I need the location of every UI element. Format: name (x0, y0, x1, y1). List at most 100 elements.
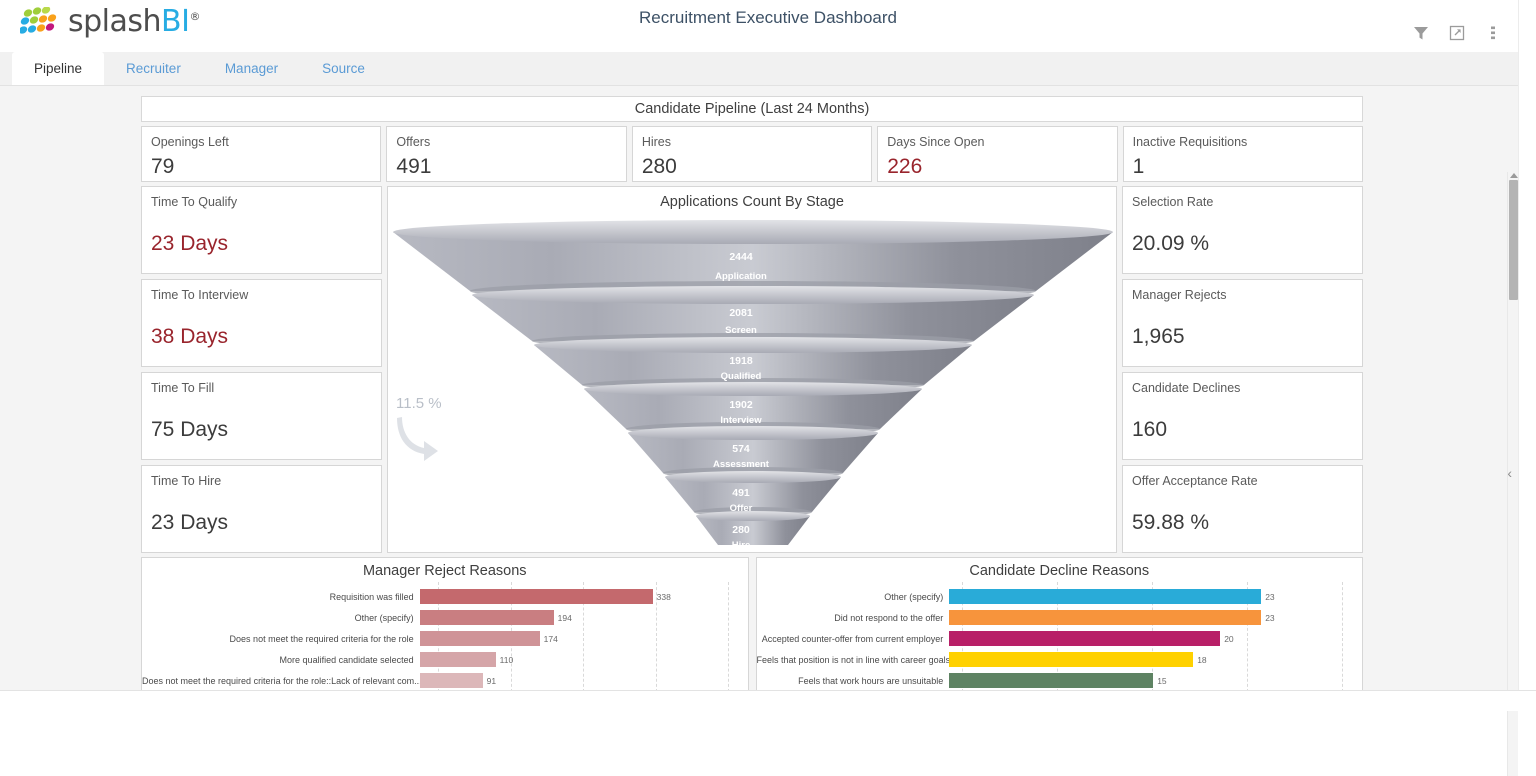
bar-track: 23 (949, 607, 1362, 628)
svg-text:280: 280 (732, 524, 750, 536)
bar-value-label: 194 (558, 613, 572, 623)
candidate-decline-reasons-card[interactable]: Candidate Decline Reasons Other (specify… (756, 557, 1364, 695)
kpi-label: Time To Fill (151, 381, 372, 396)
kpi-time-to-hire[interactable]: Time To Hire 23 Days (141, 465, 382, 553)
tab-recruiter[interactable]: Recruiter (104, 52, 203, 85)
bar-category-label: Other (specify) (142, 613, 420, 623)
filter-icon[interactable] (1412, 24, 1430, 42)
kpi-value: 23 Days (151, 511, 372, 535)
bar-track: 23 (949, 586, 1362, 607)
bar[interactable] (420, 610, 554, 625)
kpi-value: 1 (1133, 155, 1353, 179)
bar-row[interactable]: Requisition was filled338 (142, 586, 748, 607)
kpi-hires[interactable]: Hires 280 (632, 126, 872, 182)
kpi-time-to-interview[interactable]: Time To Interview 38 Days (141, 279, 382, 367)
tab-source[interactable]: Source (300, 52, 387, 85)
bar-value-label: 174 (544, 634, 558, 644)
kpi-value: 75 Days (151, 418, 372, 442)
kpi-selection-rate[interactable]: Selection Rate 20.09 % (1122, 186, 1363, 274)
bar[interactable] (420, 631, 540, 646)
panel-title: Candidate Pipeline (Last 24 Months) (141, 96, 1363, 122)
bar[interactable] (949, 589, 1261, 604)
bar-category-label: Requisition was filled (142, 592, 420, 602)
kpi-row-top: Openings Left 79 Offers 491 Hires 280 Da… (141, 126, 1363, 182)
kpi-value: 79 (151, 155, 371, 179)
funnel-chart-title: Applications Count By Stage (388, 194, 1116, 210)
bar[interactable] (949, 631, 1220, 646)
kpi-label: Offer Acceptance Rate (1132, 474, 1353, 489)
svg-text:Application: Application (715, 271, 767, 282)
svg-text:2444: 2444 (729, 251, 753, 263)
svg-text:Screen: Screen (725, 325, 757, 336)
tab-pipeline[interactable]: Pipeline (12, 52, 104, 85)
svg-text:Interview: Interview (720, 415, 762, 426)
kpi-openings-left[interactable]: Openings Left 79 (141, 126, 381, 182)
bar[interactable] (949, 673, 1153, 688)
bar[interactable] (420, 673, 483, 688)
scroll-up-arrow-icon[interactable] (1510, 173, 1518, 178)
funnel-chart-card[interactable]: Applications Count By Stage 11.5 % (387, 186, 1117, 553)
bar-row[interactable]: Does not meet the required criteria for … (142, 670, 748, 691)
kpi-inactive-requisitions[interactable]: Inactive Requisitions 1 (1123, 126, 1363, 182)
collapse-panel-chevron-icon[interactable]: ‹ (1507, 466, 1512, 480)
kpi-time-to-fill[interactable]: Time To Fill 75 Days (141, 372, 382, 460)
kpi-label: Inactive Requisitions (1133, 135, 1353, 150)
kpi-offers[interactable]: Offers 491 (386, 126, 626, 182)
bar[interactable] (420, 589, 653, 604)
scrollbar-thumb[interactable] (1509, 180, 1518, 300)
bar[interactable] (949, 652, 1193, 667)
bar-track: 338 (420, 586, 748, 607)
bottom-strip (0, 690, 1536, 711)
kpi-days-since-open[interactable]: Days Since Open 226 (877, 126, 1117, 182)
bar-row[interactable]: More qualified candidate selected110 (142, 649, 748, 670)
svg-text:2081: 2081 (729, 307, 753, 319)
svg-text:Assessment: Assessment (713, 459, 770, 470)
kpi-value: 1,965 (1132, 325, 1353, 349)
bar-category-label: More qualified candidate selected (142, 655, 420, 665)
mid-region: Time To Qualify 23 Days Time To Intervie… (141, 186, 1363, 553)
kpi-label: Manager Rejects (1132, 288, 1353, 303)
kpi-label: Offers (396, 135, 616, 150)
page-title: Recruitment Executive Dashboard (0, 8, 1536, 28)
expand-icon[interactable] (1448, 24, 1466, 42)
kpi-label: Time To Interview (151, 288, 372, 303)
kpi-label: Days Since Open (887, 135, 1107, 150)
bar-track: 91 (420, 670, 748, 691)
kpi-manager-rejects[interactable]: Manager Rejects 1,965 (1122, 279, 1363, 367)
svg-text:Hire: Hire (732, 540, 750, 545)
more-options-icon[interactable] (1484, 24, 1502, 42)
kpi-value: 20.09 % (1132, 232, 1353, 256)
bar-row[interactable]: Feels that work hours are unsuitable15 (757, 670, 1363, 691)
kpi-value: 226 (887, 155, 1107, 179)
kpi-column-right: Selection Rate 20.09 % Manager Rejects 1… (1122, 186, 1363, 553)
bar[interactable] (949, 610, 1261, 625)
bar-category-label: Other (specify) (757, 592, 950, 602)
bottom-charts: Manager Reject Reasons Requisition was f… (141, 557, 1363, 695)
bar-value-label: 18 (1197, 655, 1206, 665)
kpi-label: Openings Left (151, 135, 371, 150)
bar-row[interactable]: Does not meet the required criteria for … (142, 628, 748, 649)
kpi-label: Selection Rate (1132, 195, 1353, 210)
bar[interactable] (420, 652, 496, 667)
svg-text:491: 491 (732, 487, 750, 499)
kpi-column-left: Time To Qualify 23 Days Time To Intervie… (141, 186, 382, 553)
kpi-candidate-declines[interactable]: Candidate Declines 160 (1122, 372, 1363, 460)
kpi-label: Candidate Declines (1132, 381, 1353, 396)
bar-category-label: Does not meet the required criteria for … (142, 676, 420, 686)
top-bar: splashBI® Recruitment Executive Dashboar… (0, 0, 1536, 52)
bar-row[interactable]: Did not respond to the offer23 (757, 607, 1363, 628)
bar-value-label: 15 (1157, 676, 1166, 686)
kpi-offer-acceptance-rate[interactable]: Offer Acceptance Rate 59.88 % (1122, 465, 1363, 553)
bar-value-label: 20 (1224, 634, 1233, 644)
kpi-time-to-qualify[interactable]: Time To Qualify 23 Days (141, 186, 382, 274)
dashboard-body: Candidate Pipeline (Last 24 Months) Open… (0, 86, 1536, 690)
bar-row[interactable]: Other (specify) 194 (142, 607, 748, 628)
bar-track: 18 (949, 649, 1362, 670)
tab-manager[interactable]: Manager (203, 52, 300, 85)
bar-row[interactable]: Feels that position is not in line with … (757, 649, 1363, 670)
funnel-graphic: 2444 Application 2081 Screen 1918 Qualif… (388, 215, 1117, 545)
chart-title: Manager Reject Reasons (142, 563, 748, 579)
bar-row[interactable]: Accepted counter-offer from current empl… (757, 628, 1363, 649)
manager-reject-reasons-card[interactable]: Manager Reject Reasons Requisition was f… (141, 557, 749, 695)
bar-row[interactable]: Other (specify)23 (757, 586, 1363, 607)
